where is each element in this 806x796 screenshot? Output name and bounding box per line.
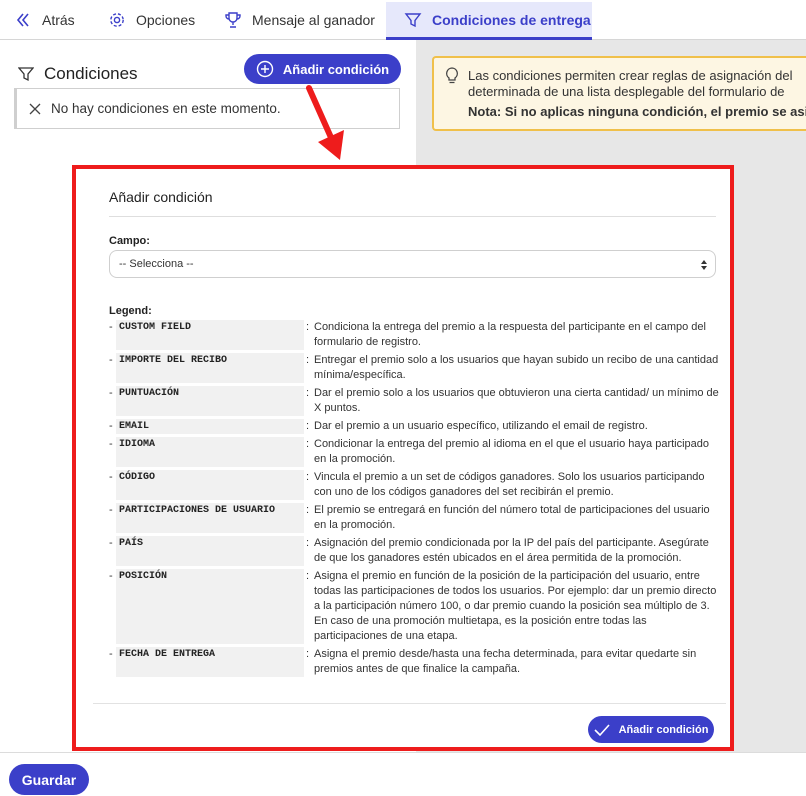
legend-item: - IDIOMA: Condicionar la entrega del premi… (109, 437, 719, 467)
conditions-heading: Condiciones (18, 64, 138, 84)
legend-desc: Dar el premio solo a los usuarios que ob… (314, 387, 719, 414)
legend-desc: Asigna el premio desde/hasta una fecha d… (314, 648, 697, 675)
field-label: Campo: (109, 235, 150, 247)
legend-title: Legend: (109, 305, 152, 317)
save-button[interactable]: Guardar (9, 764, 89, 795)
legend-key: PAÍS (116, 536, 304, 566)
modal-add-condition-button[interactable]: Añadir condición (588, 716, 714, 743)
empty-message-text: No hay condiciones en este momento. (51, 101, 281, 116)
add-condition-label: Añadir condición (282, 61, 390, 77)
legend-item: - CUSTOM FIELD: Condiciona la entrega del … (109, 320, 719, 350)
tab-label: Condiciones de entrega (432, 12, 591, 28)
select-arrows-icon (701, 260, 707, 270)
field-select-value: -- Selecciona -- (119, 258, 194, 270)
legend-desc: Vincula el premio a un set de códigos ga… (314, 471, 705, 498)
tab-back[interactable]: Atrás (14, 2, 94, 38)
modal-divider (109, 216, 716, 217)
tab-label: Mensaje al ganador (252, 12, 375, 28)
modal-footer-divider (93, 703, 726, 704)
legend-key: PARTICIPACIONES DE USUARIO (116, 503, 304, 533)
trophy-icon (225, 12, 241, 28)
legend-key: CÓDIGO (116, 470, 304, 500)
tab-label: Opciones (136, 12, 196, 28)
check-icon (594, 723, 610, 736)
legend-key: CUSTOM FIELD (116, 320, 304, 350)
annotation-arrow-icon (306, 85, 344, 160)
legend-desc: Dar el premio a un usuario específico, u… (314, 420, 648, 432)
legend-desc: Entregar el premio solo a los usuarios q… (314, 354, 719, 381)
lightbulb-icon (446, 67, 458, 84)
info-line-2: determinada de una lista desplegable del… (468, 84, 785, 99)
tab-winner-message[interactable]: Mensaje al ganador (224, 2, 384, 38)
legend-item: - FECHA DE ENTREGA: Asigna el premio desde… (109, 647, 719, 677)
tab-options[interactable]: Opciones (108, 2, 208, 38)
filter-icon (18, 67, 34, 82)
legend-item: - CÓDIGO: Vincula el premio a un set de có… (109, 470, 719, 500)
tab-bar: Atrás Opciones Mensaje al ganador Condic… (0, 0, 806, 40)
legend-desc: El premio se entregará en función del nú… (314, 504, 710, 531)
legend-item: - IMPORTE DEL RECIBO: Entregar el premio s… (109, 353, 719, 383)
legend-key: EMAIL (116, 419, 304, 434)
info-box: Las condiciones permiten crear reglas de… (432, 56, 806, 131)
legend-key: IMPORTE DEL RECIBO (116, 353, 304, 383)
legend-desc: Condiciona la entrega del premio a la re… (314, 321, 706, 348)
close-icon (29, 103, 41, 114)
info-line-1: Las condiciones permiten crear reglas de… (468, 68, 793, 83)
legend-desc: Condicionar la entrega del premio al idi… (314, 438, 710, 465)
footer-bar (0, 752, 806, 796)
tab-label: Atrás (42, 12, 75, 28)
legend-key: FECHA DE ENTREGA (116, 647, 304, 677)
modal-title: Añadir condición (109, 189, 213, 205)
legend-item: - PARTICIPACIONES DE USUARIO: El premio se… (109, 503, 719, 533)
legend-item: - PAÍS: Asignación del premio condicionada… (109, 536, 719, 566)
legend-item: - EMAIL: Dar el premio a un usuario especí… (109, 419, 719, 434)
plus-circle-icon (256, 60, 274, 78)
info-note: Nota: Si no aplicas ninguna condición, e… (468, 104, 806, 119)
field-select[interactable]: -- Selecciona -- (109, 250, 716, 278)
legend-key: IDIOMA (116, 437, 304, 467)
legend-list: - CUSTOM FIELD: Condiciona la entrega del … (109, 320, 719, 680)
legend-item: - PUNTUACIÓN: Dar el premio solo a los usu… (109, 386, 719, 416)
filter-icon (404, 13, 422, 28)
legend-desc: Asigna el premio en función de la posici… (314, 570, 717, 642)
legend-key: POSICIÓN (116, 569, 304, 644)
conditions-title: Condiciones (44, 64, 138, 83)
legend-key: PUNTUACIÓN (116, 386, 304, 416)
tab-delivery-conditions[interactable]: Condiciones de entrega (386, 2, 592, 40)
legend-desc: Asignación del premio condicionada por l… (314, 537, 709, 564)
chevron-left-double-icon (16, 13, 29, 27)
modal-add-condition-label: Añadir condición (618, 723, 709, 736)
legend-item: - POSICIÓN: Asigna el premio en función de… (109, 569, 719, 644)
gear-icon (110, 13, 124, 27)
add-condition-button[interactable]: Añadir condición (244, 54, 401, 84)
